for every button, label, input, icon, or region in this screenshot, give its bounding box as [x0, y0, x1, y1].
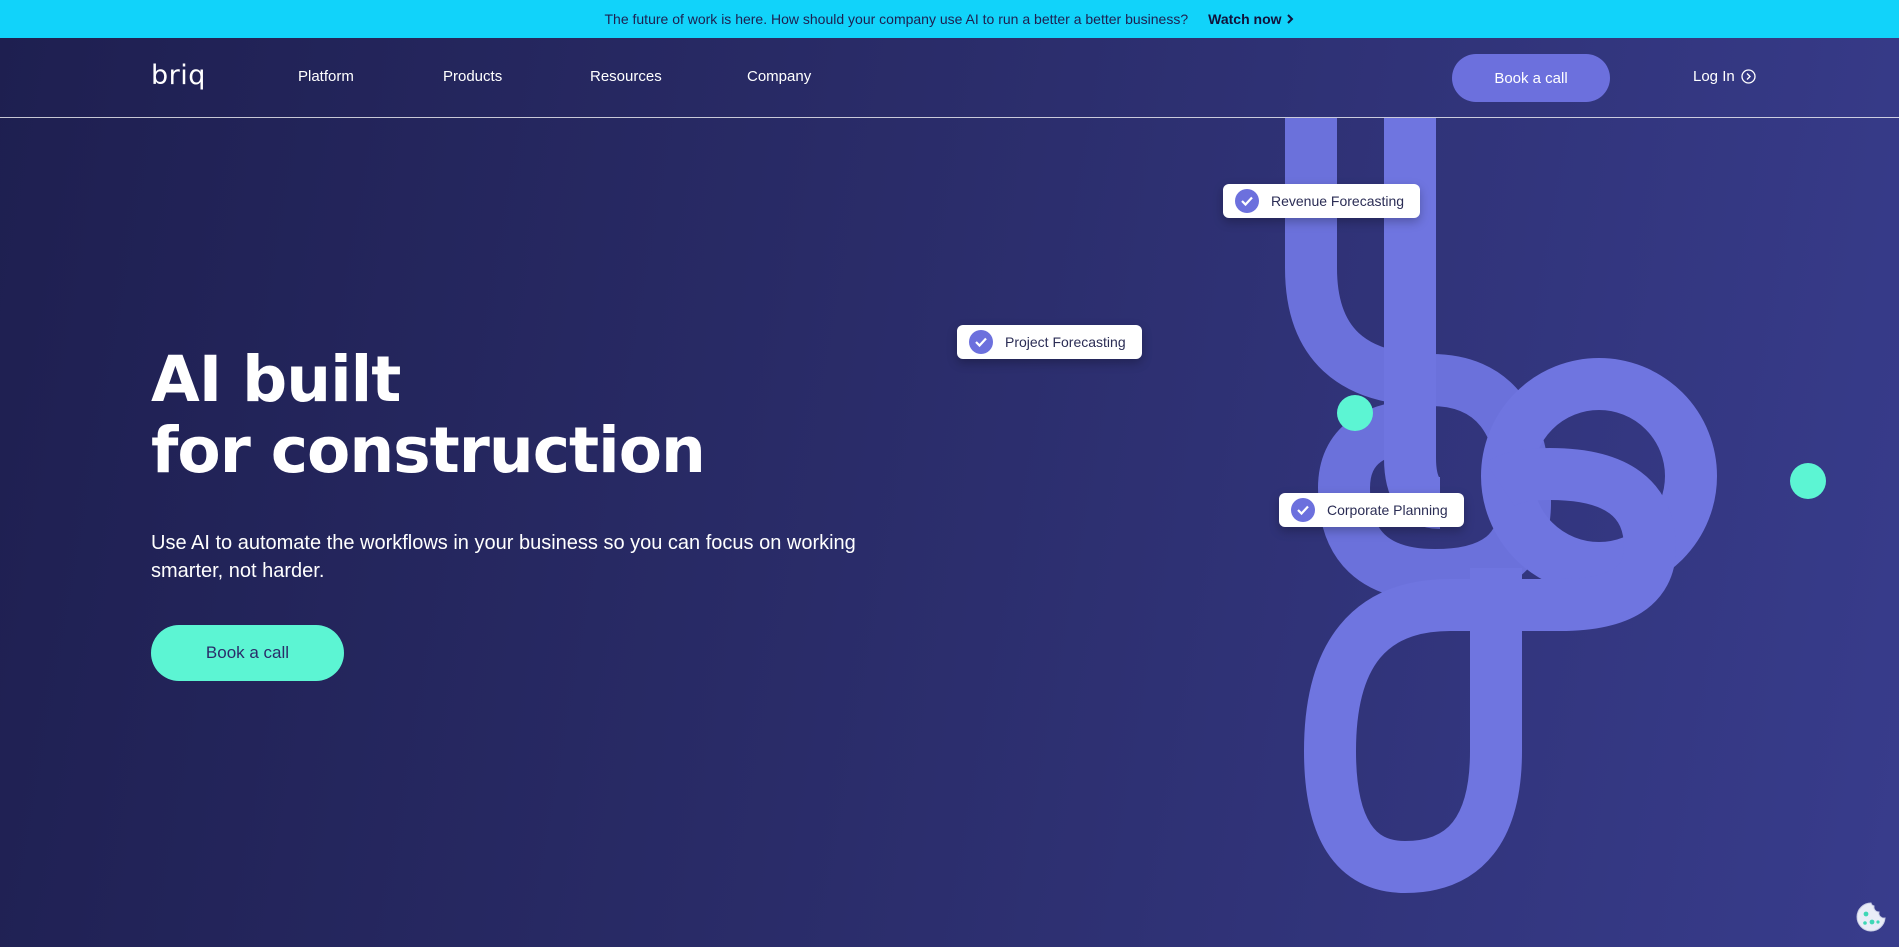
watch-now-link[interactable]: Watch now — [1208, 11, 1294, 27]
hero-book-call-button[interactable]: Book a call — [151, 625, 344, 681]
login-link[interactable]: Log In — [1693, 68, 1756, 85]
mint-dot-right — [1790, 463, 1826, 499]
hero-subtitle: Use AI to automate the workflows in your… — [151, 532, 856, 582]
cookie-icon — [1856, 902, 1886, 932]
nav-item-platform[interactable]: Platform — [298, 68, 354, 85]
chevron-right-icon — [1286, 14, 1293, 24]
nav-item-company[interactable]: Company — [747, 68, 811, 85]
announcement-message: The future of work is here. How should y… — [604, 11, 1189, 27]
mint-dot-left — [1337, 395, 1373, 431]
top-navigation: briq Platform Products Resources Company… — [0, 38, 1899, 118]
tag-corporate-planning: Corporate Planning — [1279, 493, 1464, 527]
check-icon — [1291, 498, 1315, 522]
login-label: Log In — [1693, 68, 1735, 85]
briq-logo[interactable]: briq — [151, 60, 206, 91]
nav-item-products[interactable]: Products — [443, 68, 502, 85]
cookie-settings-button[interactable] — [1854, 900, 1888, 934]
hero-title-line-2: for construction — [151, 414, 706, 487]
tag-label: Corporate Planning — [1327, 502, 1448, 518]
check-icon — [969, 330, 993, 354]
tag-label: Revenue Forecasting — [1271, 193, 1405, 209]
check-icon — [1235, 189, 1259, 213]
hero-title: AI built for construction — [151, 343, 706, 487]
hero-title-line-1: AI built — [151, 343, 401, 416]
circle-arrow-right-icon — [1741, 69, 1756, 84]
tag-label: Project Forecasting — [1005, 334, 1126, 350]
announcement-bar: The future of work is here. How should y… — [0, 0, 1899, 38]
watch-now-label: Watch now — [1208, 11, 1282, 27]
tag-project-forecasting: Project Forecasting — [957, 325, 1142, 359]
nav-item-resources[interactable]: Resources — [590, 68, 662, 85]
nav-book-call-button[interactable]: Book a call — [1452, 54, 1610, 102]
tag-revenue-forecasting: Revenue Forecasting — [1223, 184, 1421, 218]
